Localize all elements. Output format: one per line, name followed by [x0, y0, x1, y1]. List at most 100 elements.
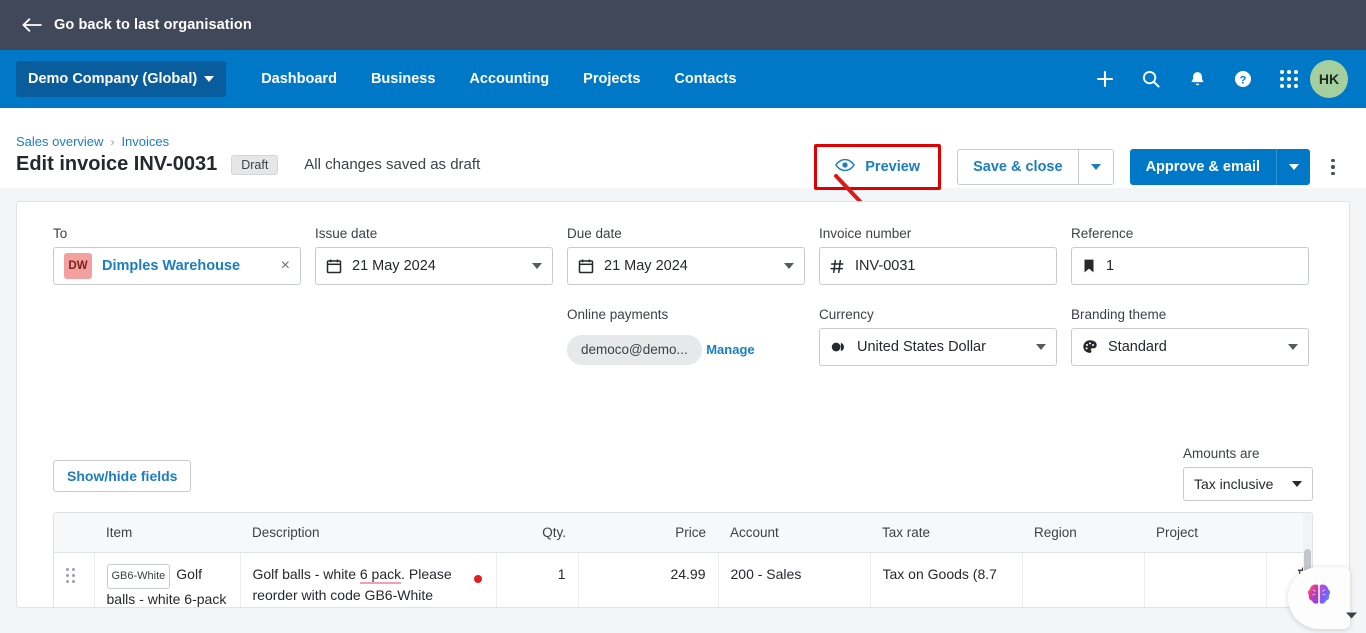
preview-button-label: Preview: [865, 159, 921, 175]
chevron-down-icon[interactable]: [1288, 344, 1298, 350]
col-account: Account: [718, 513, 870, 553]
col-region: Region: [1022, 513, 1144, 553]
amounts-are-value: Tax inclusive: [1194, 476, 1274, 492]
approve-dropdown-button[interactable]: [1276, 149, 1310, 185]
chevron-down-icon: [1288, 164, 1299, 170]
reference-label: Reference: [1071, 226, 1134, 241]
invoice-number-input[interactable]: INV-0031: [819, 247, 1057, 285]
field-due-date: Due date 21 May 2024: [567, 226, 805, 285]
search-icon[interactable]: [1138, 66, 1164, 92]
issue-date-label: Issue date: [315, 226, 378, 241]
manage-payments-link[interactable]: Manage: [706, 342, 754, 357]
col-project: Project: [1144, 513, 1266, 553]
row-description-cell[interactable]: Golf balls - white 6 pack. Please reorde…: [240, 552, 497, 607]
row-qty-cell[interactable]: 1: [496, 552, 579, 607]
currency-icon: [830, 340, 847, 354]
branding-theme-label: Branding theme: [1071, 307, 1167, 322]
row-region-cell[interactable]: [1022, 552, 1145, 607]
branding-theme-select[interactable]: Standard: [1071, 328, 1309, 366]
palette-icon: [1082, 339, 1098, 355]
to-label: To: [53, 226, 68, 241]
arrow-left-icon[interactable]: [22, 16, 44, 34]
field-to: To DW Dimples Warehouse ×: [53, 226, 301, 285]
save-close-dropdown-button[interactable]: [1077, 149, 1114, 185]
reference-input[interactable]: 1: [1071, 247, 1309, 285]
ai-assistant-widget[interactable]: [1288, 567, 1350, 629]
org-switcher-button[interactable]: Demo Company (Global): [16, 61, 227, 97]
clear-contact-icon[interactable]: ×: [281, 257, 290, 275]
chevron-down-icon: [204, 76, 215, 82]
issue-date-input[interactable]: 21 May 2024: [315, 247, 553, 285]
contact-avatar: DW: [64, 253, 92, 279]
row-drag-handle-cell[interactable]: [54, 552, 95, 607]
field-branding-theme: Branding theme Standard: [1071, 307, 1309, 366]
nav-item-business[interactable]: Business: [354, 50, 452, 108]
show-hide-fields-button[interactable]: Show/hide fields: [53, 460, 192, 492]
nav-item-projects[interactable]: Projects: [566, 50, 657, 108]
breadcrumb-invoices[interactable]: Invoices: [121, 134, 169, 149]
due-date-input[interactable]: 21 May 2024: [567, 247, 805, 285]
to-input[interactable]: DW Dimples Warehouse ×: [53, 247, 301, 285]
row-account-cell[interactable]: 200 - Sales: [718, 552, 871, 607]
due-date-value: 21 May 2024: [604, 258, 688, 274]
page-header-left: Sales overview › Invoices Edit invoice I…: [16, 118, 480, 176]
online-payment-chip[interactable]: democo@demo...: [567, 334, 702, 365]
svg-text:?: ?: [1240, 74, 1247, 86]
row-project-cell[interactable]: [1144, 552, 1267, 607]
nav-item-dashboard[interactable]: Dashboard: [244, 50, 354, 108]
breadcrumb-sales-overview[interactable]: Sales overview: [16, 134, 103, 149]
field-issue-date: Issue date 21 May 2024: [315, 226, 553, 285]
amounts-are-label: Amounts are: [1183, 446, 1260, 461]
currency-select[interactable]: United States Dollar: [819, 328, 1057, 366]
line-items-table: Item Description Qty. Price Account Tax …: [54, 513, 1312, 607]
save-close-label: Save & close: [973, 159, 1063, 175]
drag-handle-icon[interactable]: [66, 568, 75, 583]
page-title: Edit invoice INV-0031: [16, 153, 218, 175]
go-back-link[interactable]: Go back to last organisation: [54, 17, 252, 33]
approve-email-button[interactable]: Approve & email: [1129, 149, 1276, 185]
organisation-bar: Go back to last organisation: [0, 0, 1366, 50]
save-status-text: All changes saved as draft: [304, 156, 481, 173]
main-navigation: Demo Company (Global) Dashboard Business…: [0, 50, 1366, 108]
help-icon[interactable]: ?: [1230, 66, 1256, 92]
invoice-number-label: Invoice number: [819, 226, 912, 241]
hash-icon: [830, 259, 845, 274]
page-content: To DW Dimples Warehouse × Issue date 21 …: [0, 188, 1366, 608]
chevron-down-icon: [1090, 164, 1101, 170]
approve-email-label: Approve & email: [1145, 159, 1260, 175]
chevron-down-icon[interactable]: [1036, 344, 1046, 350]
chevron-down-icon: [1292, 481, 1302, 487]
more-options-button[interactable]: [1318, 149, 1348, 185]
breadcrumb-separator: ›: [110, 134, 115, 149]
online-payments-label: Online payments: [567, 307, 669, 322]
row-item-cell[interactable]: GB6-White Golf balls - white 6-pack: [94, 552, 241, 607]
nav-item-accounting[interactable]: Accounting: [452, 50, 566, 108]
approve-split-button: Approve & email: [1129, 149, 1310, 185]
col-drag-handle: [54, 513, 94, 553]
plus-icon[interactable]: [1092, 66, 1118, 92]
apps-grid-icon[interactable]: [1276, 66, 1302, 92]
chevron-down-icon[interactable]: [532, 263, 542, 269]
table-row[interactable]: GB6-White Golf balls - white 6-pack Golf …: [54, 552, 1312, 607]
row-price-cell[interactable]: 24.99: [578, 552, 719, 607]
nav-icon-group: ?: [1092, 66, 1302, 92]
save-close-split-button: Save & close: [957, 149, 1114, 185]
field-reference: Reference 1: [1071, 226, 1309, 285]
amounts-are-group: Amounts are Tax inclusive: [1183, 446, 1313, 501]
calendar-icon: [326, 258, 342, 274]
tax-rate-text: Tax on Goods (8.7: [882, 566, 997, 582]
avatar[interactable]: HK: [1310, 60, 1348, 98]
amounts-are-select[interactable]: Tax inclusive: [1183, 467, 1313, 501]
row-tax-rate-cell[interactable]: Tax on Goods (8.7: [870, 552, 1023, 607]
bell-icon[interactable]: [1184, 66, 1210, 92]
page-header: Sales overview › Invoices Edit invoice I…: [0, 108, 1366, 223]
save-close-button[interactable]: Save & close: [957, 149, 1078, 185]
page-scroll-caret-icon[interactable]: [1345, 607, 1358, 625]
nav-item-contacts[interactable]: Contacts: [657, 50, 753, 108]
reference-value: 1: [1106, 258, 1115, 274]
preview-button[interactable]: Preview: [821, 149, 935, 185]
chevron-down-icon[interactable]: [784, 263, 794, 269]
description-text: Golf balls - white 6 pack. Please reorde…: [252, 566, 452, 603]
brain-assistant-icon: [1304, 582, 1334, 615]
bookmark-icon: [1082, 258, 1096, 274]
